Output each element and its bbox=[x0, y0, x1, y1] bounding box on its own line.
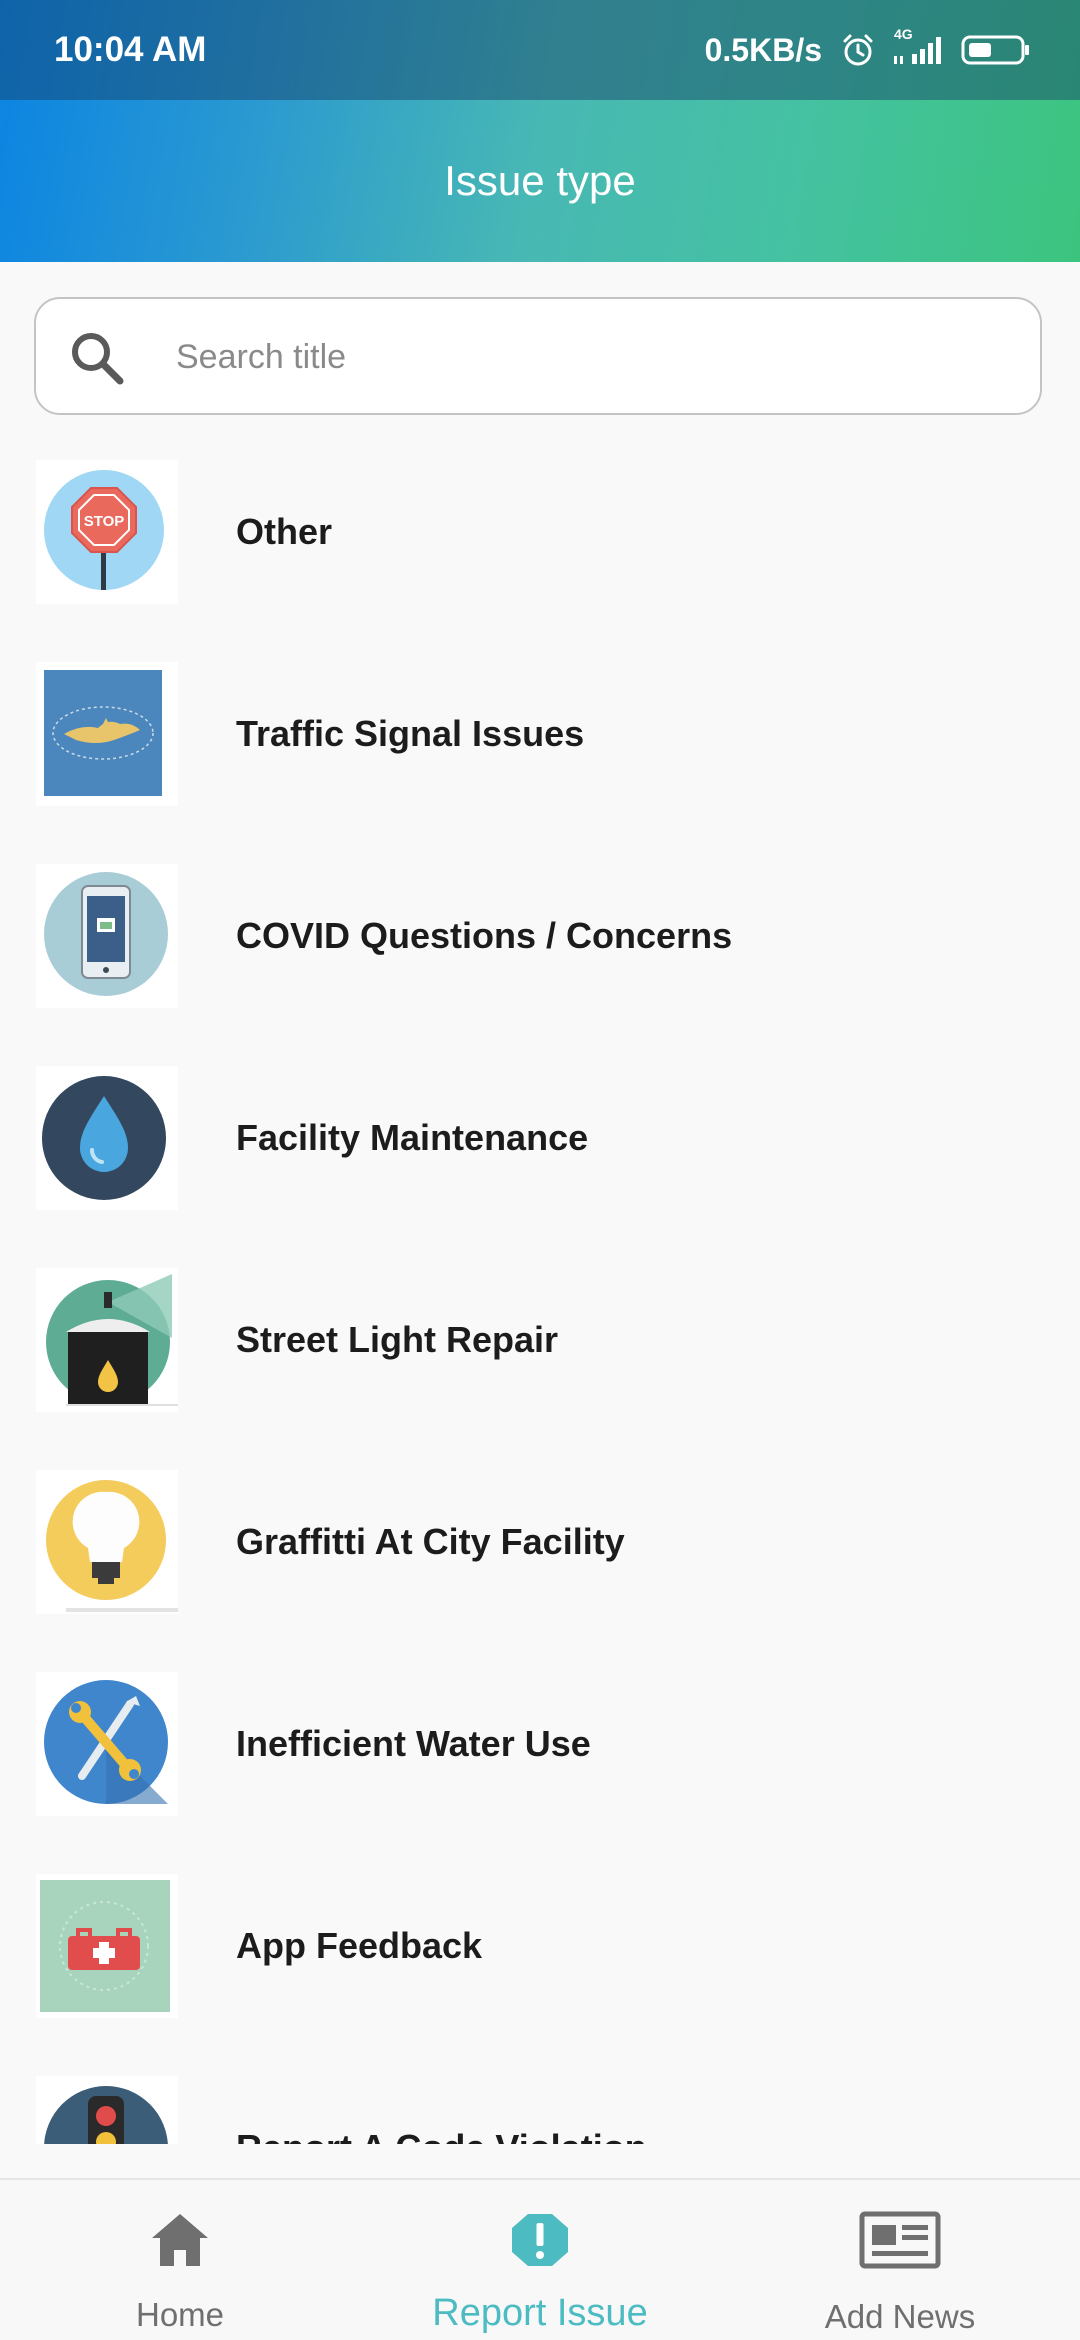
issue-type-label: Report A Code Violation bbox=[236, 2054, 647, 2144]
network-type: 4G bbox=[894, 26, 913, 42]
nav-add-news[interactable]: Add News bbox=[720, 2180, 1080, 2340]
stop-sign-icon: STOP bbox=[36, 460, 178, 604]
signal-icon: 4G bbox=[890, 26, 946, 68]
issue-type-label: Inefficient Water Use bbox=[236, 1723, 591, 1764]
search-icon bbox=[68, 329, 126, 387]
search-input[interactable] bbox=[176, 323, 996, 391]
page-title: Issue type bbox=[444, 157, 636, 204]
search-bar[interactable] bbox=[34, 297, 1042, 415]
nav-report-issue[interactable]: Report Issue bbox=[360, 2180, 720, 2340]
nav-report-issue-label: Report Issue bbox=[432, 2292, 648, 2334]
first-aid-kit-icon bbox=[36, 1874, 178, 2018]
issue-type-item[interactable]: STOP Other bbox=[0, 438, 1080, 640]
issue-type-item[interactable]: Report A Code Violation bbox=[0, 2054, 1080, 2144]
traffic-light-icon bbox=[36, 2076, 178, 2144]
alarm-icon bbox=[840, 32, 876, 68]
battery-icon bbox=[960, 32, 1032, 68]
app-header: 10:04 AM 0.5KB/s 4G Issue type bbox=[0, 0, 1080, 262]
issue-type-item[interactable]: Inefficient Water Use bbox=[0, 1650, 1080, 1852]
status-indicators: 0.5KB/s 4G bbox=[704, 26, 1032, 72]
street-light-icon bbox=[36, 1268, 178, 1412]
svg-text:STOP: STOP bbox=[84, 513, 125, 530]
issue-type-list[interactable]: STOP Other Traffic Signal Issues COVID Q… bbox=[0, 438, 1080, 2144]
tools-icon bbox=[36, 1672, 178, 1816]
water-drop-icon bbox=[36, 1066, 178, 1210]
issue-type-label: App Feedback bbox=[236, 1925, 483, 1966]
nav-add-news-label: Add News bbox=[824, 2298, 976, 2335]
issue-type-item[interactable]: Street Light Repair bbox=[0, 1246, 1080, 1448]
issue-type-label: Facility Maintenance bbox=[236, 1117, 589, 1158]
issue-type-label: Graffitti At City Facility bbox=[236, 1521, 625, 1562]
nav-home-label: Home bbox=[135, 2296, 225, 2333]
status-bar: 10:04 AM 0.5KB/s 4G bbox=[0, 0, 1080, 100]
issue-type-item[interactable]: App Feedback bbox=[0, 1852, 1080, 2054]
issue-type-item[interactable]: Traffic Signal Issues bbox=[0, 640, 1080, 842]
light-bulb-icon bbox=[36, 1470, 178, 1614]
smartphone-icon bbox=[36, 864, 178, 1008]
issue-type-item[interactable]: Graffitti At City Facility bbox=[0, 1448, 1080, 1650]
alert-icon bbox=[512, 2214, 568, 2266]
issue-type-label: Traffic Signal Issues bbox=[236, 713, 585, 754]
issue-type-label: Other bbox=[236, 511, 333, 552]
network-speed: 0.5KB/s bbox=[704, 31, 822, 68]
home-icon bbox=[152, 2214, 208, 2266]
issue-type-item[interactable]: COVID Questions / Concerns bbox=[0, 842, 1080, 1044]
nav-home[interactable]: Home bbox=[0, 2180, 360, 2340]
status-time: 10:04 AM bbox=[54, 30, 207, 69]
newspaper-icon bbox=[859, 2211, 941, 2269]
issue-type-item[interactable]: Facility Maintenance bbox=[0, 1044, 1080, 1246]
bottom-navigation: Home Report Issue Add News bbox=[0, 2178, 1080, 2340]
map-seal-icon bbox=[36, 662, 178, 806]
issue-type-label: COVID Questions / Concerns bbox=[236, 915, 733, 956]
issue-type-screen: 10:04 AM 0.5KB/s 4G Issue type Search ti… bbox=[0, 0, 1080, 2340]
issue-type-label: Street Light Repair bbox=[236, 1319, 559, 1360]
